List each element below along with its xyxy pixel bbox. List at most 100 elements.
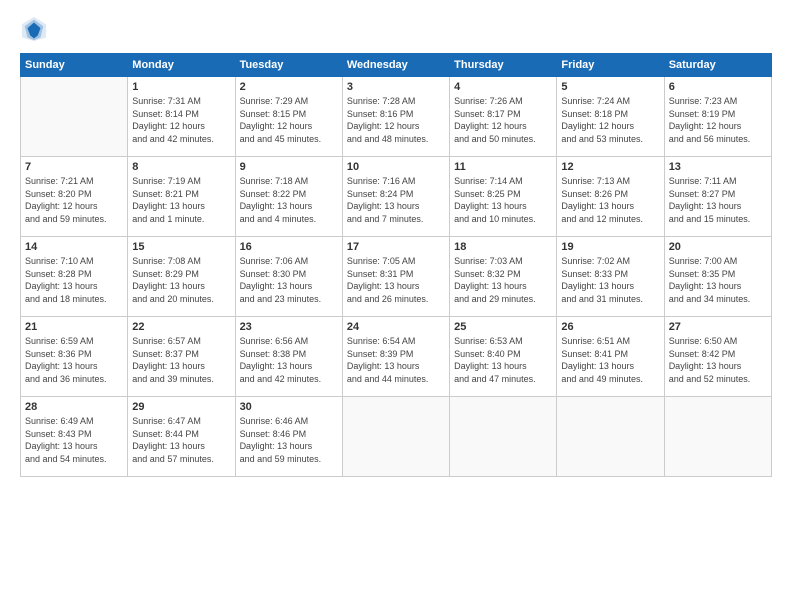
daylight-hours-text: Daylight: 13 hours	[561, 200, 659, 213]
sunset-text: Sunset: 8:25 PM	[454, 188, 552, 201]
sunset-text: Sunset: 8:41 PM	[561, 348, 659, 361]
day-info: Sunrise: 7:24 AMSunset: 8:18 PMDaylight:…	[561, 95, 659, 145]
daylight-hours-text: Daylight: 13 hours	[561, 360, 659, 373]
day-number: 24	[347, 321, 445, 333]
day-number: 18	[454, 241, 552, 253]
sunrise-text: Sunrise: 7:18 AM	[240, 175, 338, 188]
sunrise-text: Sunrise: 7:05 AM	[347, 255, 445, 268]
daylight-hours-text: Daylight: 13 hours	[25, 440, 123, 453]
sunrise-text: Sunrise: 7:03 AM	[454, 255, 552, 268]
daylight-minutes-text: and and 20 minutes.	[132, 293, 230, 306]
sunset-text: Sunset: 8:14 PM	[132, 108, 230, 121]
day-number: 16	[240, 241, 338, 253]
day-info: Sunrise: 7:26 AMSunset: 8:17 PMDaylight:…	[454, 95, 552, 145]
day-number: 6	[669, 81, 767, 93]
day-info: Sunrise: 7:14 AMSunset: 8:25 PMDaylight:…	[454, 175, 552, 225]
daylight-hours-text: Daylight: 12 hours	[454, 120, 552, 133]
day-of-week-tuesday: Tuesday	[235, 54, 342, 77]
daylight-minutes-text: and and 15 minutes.	[669, 213, 767, 226]
daylight-minutes-text: and and 29 minutes.	[454, 293, 552, 306]
sunset-text: Sunset: 8:22 PM	[240, 188, 338, 201]
day-info: Sunrise: 7:08 AMSunset: 8:29 PMDaylight:…	[132, 255, 230, 305]
sunset-text: Sunset: 8:40 PM	[454, 348, 552, 361]
day-cell	[342, 397, 449, 477]
header-row: SundayMondayTuesdayWednesdayThursdayFrid…	[21, 54, 772, 77]
daylight-hours-text: Daylight: 13 hours	[240, 360, 338, 373]
day-cell: 6Sunrise: 7:23 AMSunset: 8:19 PMDaylight…	[664, 77, 771, 157]
day-info: Sunrise: 6:54 AMSunset: 8:39 PMDaylight:…	[347, 335, 445, 385]
day-cell: 4Sunrise: 7:26 AMSunset: 8:17 PMDaylight…	[450, 77, 557, 157]
sunset-text: Sunset: 8:24 PM	[347, 188, 445, 201]
sunset-text: Sunset: 8:29 PM	[132, 268, 230, 281]
day-cell	[450, 397, 557, 477]
daylight-minutes-text: and and 39 minutes.	[132, 373, 230, 386]
day-number: 11	[454, 161, 552, 173]
sunrise-text: Sunrise: 6:57 AM	[132, 335, 230, 348]
daylight-hours-text: Daylight: 13 hours	[132, 360, 230, 373]
daylight-hours-text: Daylight: 13 hours	[132, 280, 230, 293]
daylight-minutes-text: and and 59 minutes.	[25, 213, 123, 226]
daylight-minutes-text: and and 12 minutes.	[561, 213, 659, 226]
day-number: 2	[240, 81, 338, 93]
day-info: Sunrise: 7:18 AMSunset: 8:22 PMDaylight:…	[240, 175, 338, 225]
daylight-hours-text: Daylight: 13 hours	[132, 440, 230, 453]
daylight-hours-text: Daylight: 13 hours	[240, 440, 338, 453]
sunset-text: Sunset: 8:20 PM	[25, 188, 123, 201]
day-number: 5	[561, 81, 659, 93]
daylight-hours-text: Daylight: 12 hours	[669, 120, 767, 133]
daylight-hours-text: Daylight: 13 hours	[669, 360, 767, 373]
sunrise-text: Sunrise: 6:46 AM	[240, 415, 338, 428]
day-info: Sunrise: 7:06 AMSunset: 8:30 PMDaylight:…	[240, 255, 338, 305]
day-cell: 22Sunrise: 6:57 AMSunset: 8:37 PMDayligh…	[128, 317, 235, 397]
daylight-minutes-text: and and 56 minutes.	[669, 133, 767, 146]
day-info: Sunrise: 6:47 AMSunset: 8:44 PMDaylight:…	[132, 415, 230, 465]
sunset-text: Sunset: 8:36 PM	[25, 348, 123, 361]
day-of-week-monday: Monday	[128, 54, 235, 77]
daylight-minutes-text: and and 34 minutes.	[669, 293, 767, 306]
daylight-minutes-text: and and 53 minutes.	[561, 133, 659, 146]
sunrise-text: Sunrise: 6:56 AM	[240, 335, 338, 348]
sunset-text: Sunset: 8:17 PM	[454, 108, 552, 121]
day-number: 15	[132, 241, 230, 253]
day-info: Sunrise: 6:46 AMSunset: 8:46 PMDaylight:…	[240, 415, 338, 465]
sunrise-text: Sunrise: 7:11 AM	[669, 175, 767, 188]
day-cell: 18Sunrise: 7:03 AMSunset: 8:32 PMDayligh…	[450, 237, 557, 317]
header	[20, 15, 772, 43]
daylight-minutes-text: and and 47 minutes.	[454, 373, 552, 386]
sunrise-text: Sunrise: 7:10 AM	[25, 255, 123, 268]
daylight-hours-text: Daylight: 13 hours	[240, 280, 338, 293]
daylight-hours-text: Daylight: 13 hours	[454, 200, 552, 213]
day-info: Sunrise: 7:00 AMSunset: 8:35 PMDaylight:…	[669, 255, 767, 305]
day-info: Sunrise: 7:11 AMSunset: 8:27 PMDaylight:…	[669, 175, 767, 225]
day-cell: 9Sunrise: 7:18 AMSunset: 8:22 PMDaylight…	[235, 157, 342, 237]
sunrise-text: Sunrise: 6:54 AM	[347, 335, 445, 348]
sunset-text: Sunset: 8:18 PM	[561, 108, 659, 121]
sunset-text: Sunset: 8:38 PM	[240, 348, 338, 361]
sunset-text: Sunset: 8:35 PM	[669, 268, 767, 281]
day-of-week-saturday: Saturday	[664, 54, 771, 77]
logo-icon	[20, 15, 48, 43]
daylight-hours-text: Daylight: 12 hours	[347, 120, 445, 133]
day-number: 28	[25, 401, 123, 413]
day-cell	[664, 397, 771, 477]
page: SundayMondayTuesdayWednesdayThursdayFrid…	[0, 0, 792, 612]
daylight-hours-text: Daylight: 13 hours	[669, 280, 767, 293]
sunset-text: Sunset: 8:27 PM	[669, 188, 767, 201]
day-number: 27	[669, 321, 767, 333]
sunrise-text: Sunrise: 6:59 AM	[25, 335, 123, 348]
sunset-text: Sunset: 8:39 PM	[347, 348, 445, 361]
daylight-minutes-text: and and 59 minutes.	[240, 453, 338, 466]
day-number: 7	[25, 161, 123, 173]
day-number: 13	[669, 161, 767, 173]
daylight-minutes-text: and and 36 minutes.	[25, 373, 123, 386]
day-cell: 17Sunrise: 7:05 AMSunset: 8:31 PMDayligh…	[342, 237, 449, 317]
sunrise-text: Sunrise: 7:06 AM	[240, 255, 338, 268]
daylight-minutes-text: and and 49 minutes.	[561, 373, 659, 386]
daylight-minutes-text: and and 54 minutes.	[25, 453, 123, 466]
day-number: 30	[240, 401, 338, 413]
week-row-1: 1Sunrise: 7:31 AMSunset: 8:14 PMDaylight…	[21, 77, 772, 157]
week-row-5: 28Sunrise: 6:49 AMSunset: 8:43 PMDayligh…	[21, 397, 772, 477]
day-info: Sunrise: 7:16 AMSunset: 8:24 PMDaylight:…	[347, 175, 445, 225]
day-number: 21	[25, 321, 123, 333]
day-number: 8	[132, 161, 230, 173]
